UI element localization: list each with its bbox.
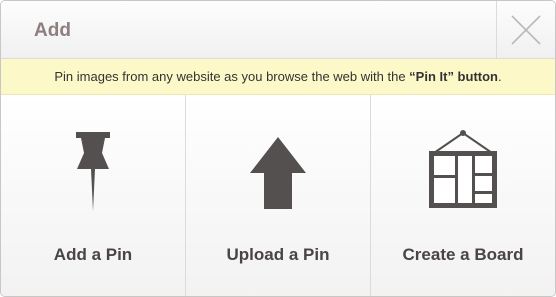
create-a-board-label: Create a Board — [402, 245, 524, 264]
add-dialog: Add Pin images from any website as you b… — [0, 0, 556, 297]
notice-highlight: “Pin It” button — [409, 69, 498, 84]
dialog-title: Add — [34, 20, 71, 41]
board-icon — [429, 130, 497, 208]
notice-text: Pin images from any website as you brows… — [54, 69, 410, 84]
add-a-pin-option[interactable]: Add a Pin — [1, 95, 186, 296]
close-button[interactable] — [496, 1, 555, 58]
add-options: Add a Pin Upload a Pin Create a Board — [1, 95, 555, 296]
pushpin-icon — [76, 132, 110, 211]
up-arrow-icon — [250, 137, 306, 209]
upload-a-pin-label: Upload a Pin — [226, 245, 330, 264]
pin-it-notice: Pin images from any website as you brows… — [1, 59, 555, 95]
add-a-pin-label: Add a Pin — [53, 245, 133, 264]
upload-a-pin-option[interactable]: Upload a Pin — [186, 95, 371, 296]
close-icon — [511, 15, 541, 45]
notice-end: . — [497, 69, 502, 84]
create-a-board-option[interactable]: Create a Board — [371, 95, 555, 296]
dialog-header: Add — [1, 1, 555, 59]
